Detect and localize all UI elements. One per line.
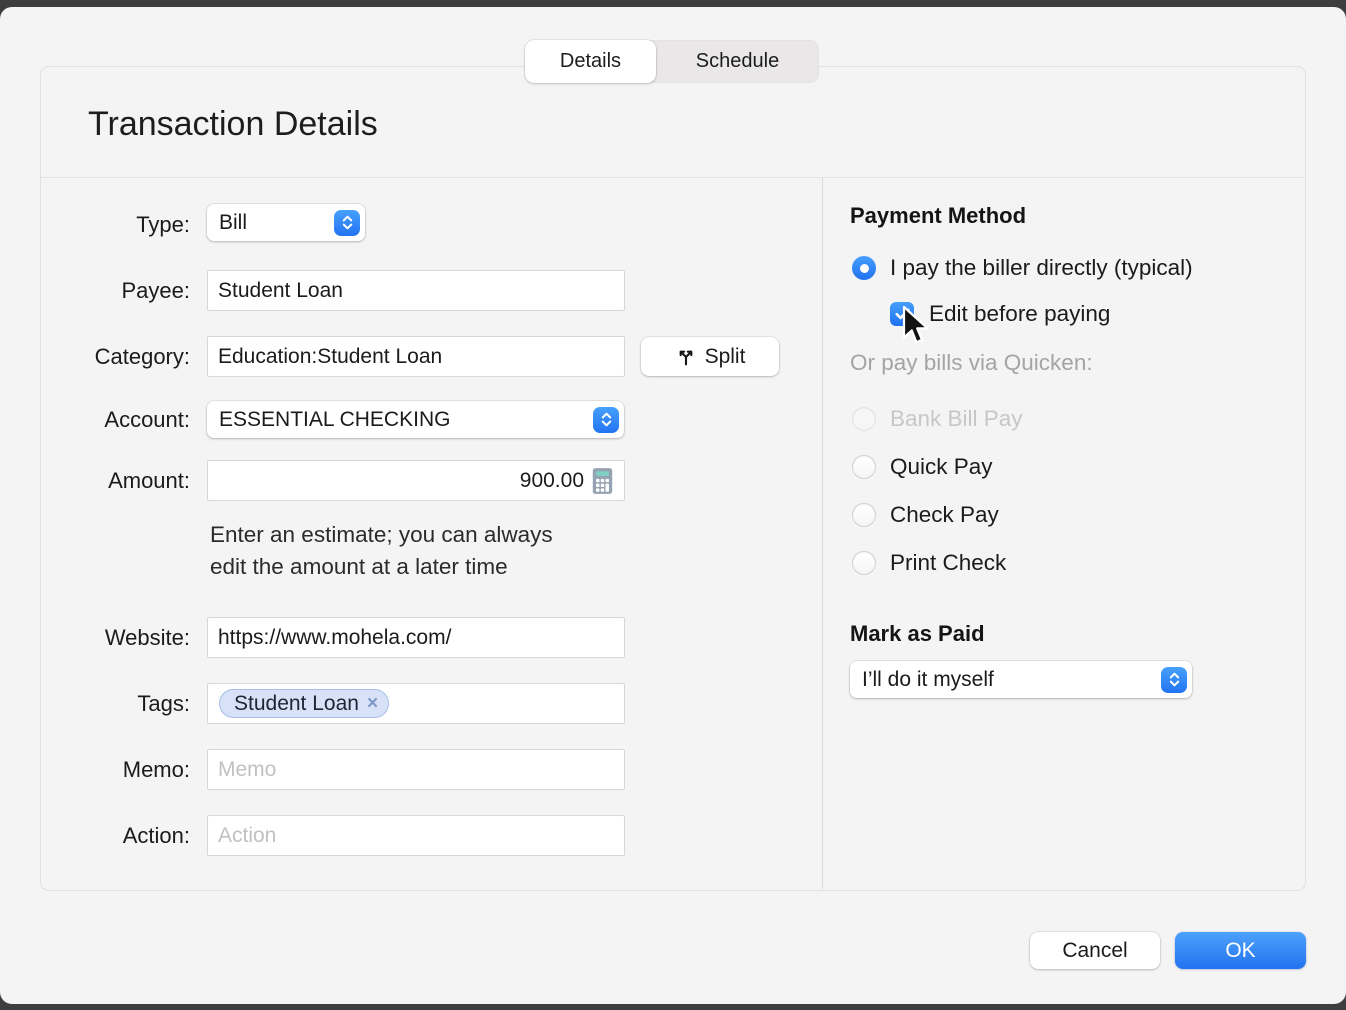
memo-label: Memo: [40, 757, 190, 783]
payment-method-heading: Payment Method [850, 203, 1026, 229]
type-label: Type: [40, 212, 190, 238]
radio-on-icon [852, 256, 876, 280]
split-branch-icon [675, 346, 697, 368]
radio-bank-bill-pay: Bank Bill Pay [852, 406, 1023, 432]
radio-bank-bill-pay-label: Bank Bill Pay [890, 406, 1023, 432]
radio-pay-biller-directly[interactable]: I pay the biller directly (typical) [852, 255, 1193, 281]
column-divider [822, 178, 823, 889]
edit-before-paying-checkbox[interactable]: Edit before paying [890, 301, 1110, 327]
mark-as-paid-heading: Mark as Paid [850, 621, 985, 647]
account-popup[interactable]: ESSENTIAL CHECKING [207, 401, 624, 438]
tags-label: Tags: [40, 691, 190, 717]
cancel-button[interactable]: Cancel [1030, 932, 1160, 969]
radio-off-icon [852, 503, 876, 527]
tags-input[interactable]: Student Loan × [207, 683, 625, 724]
payee-label: Payee: [40, 278, 190, 304]
chevron-up-down-icon [1161, 667, 1187, 693]
memo-input[interactable] [207, 749, 625, 790]
category-label: Category: [40, 344, 190, 370]
amount-label: Amount: [40, 468, 190, 494]
tag-student-loan[interactable]: Student Loan × [219, 689, 389, 718]
amount-hint-line1: Enter an estimate; you can always [210, 519, 553, 551]
radio-off-icon [852, 455, 876, 479]
chevron-up-down-icon [334, 210, 360, 236]
split-button[interactable]: Split [641, 337, 779, 376]
radio-off-icon [852, 551, 876, 575]
radio-check-pay-label: Check Pay [890, 502, 999, 528]
split-button-label: Split [705, 345, 746, 369]
transaction-dialog: Details Schedule Transaction Details Typ… [0, 7, 1346, 1004]
header-divider [41, 177, 1304, 178]
account-popup-value: ESSENTIAL CHECKING [219, 408, 593, 432]
website-label: Website: [40, 625, 190, 651]
tab-bar: Details Schedule [525, 40, 819, 83]
action-input[interactable] [207, 815, 625, 856]
radio-quick-pay-label: Quick Pay [890, 454, 993, 480]
ok-button[interactable]: OK [1175, 932, 1306, 969]
or-pay-via-quicken-label: Or pay bills via Quicken: [850, 350, 1093, 376]
type-popup-value: Bill [219, 211, 334, 235]
tag-label: Student Loan [234, 692, 359, 716]
edit-before-paying-label: Edit before paying [929, 301, 1110, 327]
radio-check-pay[interactable]: Check Pay [852, 502, 999, 528]
type-popup[interactable]: Bill [207, 204, 365, 241]
mark-as-paid-popup[interactable]: I’ll do it myself [850, 661, 1192, 698]
radio-off-icon [852, 407, 876, 431]
tab-schedule[interactable]: Schedule [656, 40, 819, 83]
account-label: Account: [40, 407, 190, 433]
tab-details[interactable]: Details [525, 40, 656, 83]
radio-quick-pay[interactable]: Quick Pay [852, 454, 993, 480]
payee-input[interactable] [207, 270, 625, 311]
chevron-up-down-icon [593, 407, 619, 433]
radio-print-check[interactable]: Print Check [852, 550, 1006, 576]
action-label: Action: [40, 823, 190, 849]
tag-remove-icon[interactable]: × [367, 693, 378, 715]
page-title: Transaction Details [88, 105, 378, 144]
amount-hint: Enter an estimate; you can always edit t… [210, 519, 553, 583]
calculator-icon[interactable] [591, 467, 614, 500]
category-input[interactable] [207, 336, 625, 377]
radio-pay-biller-directly-label: I pay the biller directly (typical) [890, 255, 1193, 281]
checkbox-checked-icon [890, 302, 914, 326]
website-input[interactable] [207, 617, 625, 658]
mark-as-paid-value: I’ll do it myself [862, 668, 1161, 692]
amount-hint-line2: edit the amount at a later time [210, 551, 553, 583]
amount-input[interactable] [207, 460, 625, 501]
radio-print-check-label: Print Check [890, 550, 1006, 576]
